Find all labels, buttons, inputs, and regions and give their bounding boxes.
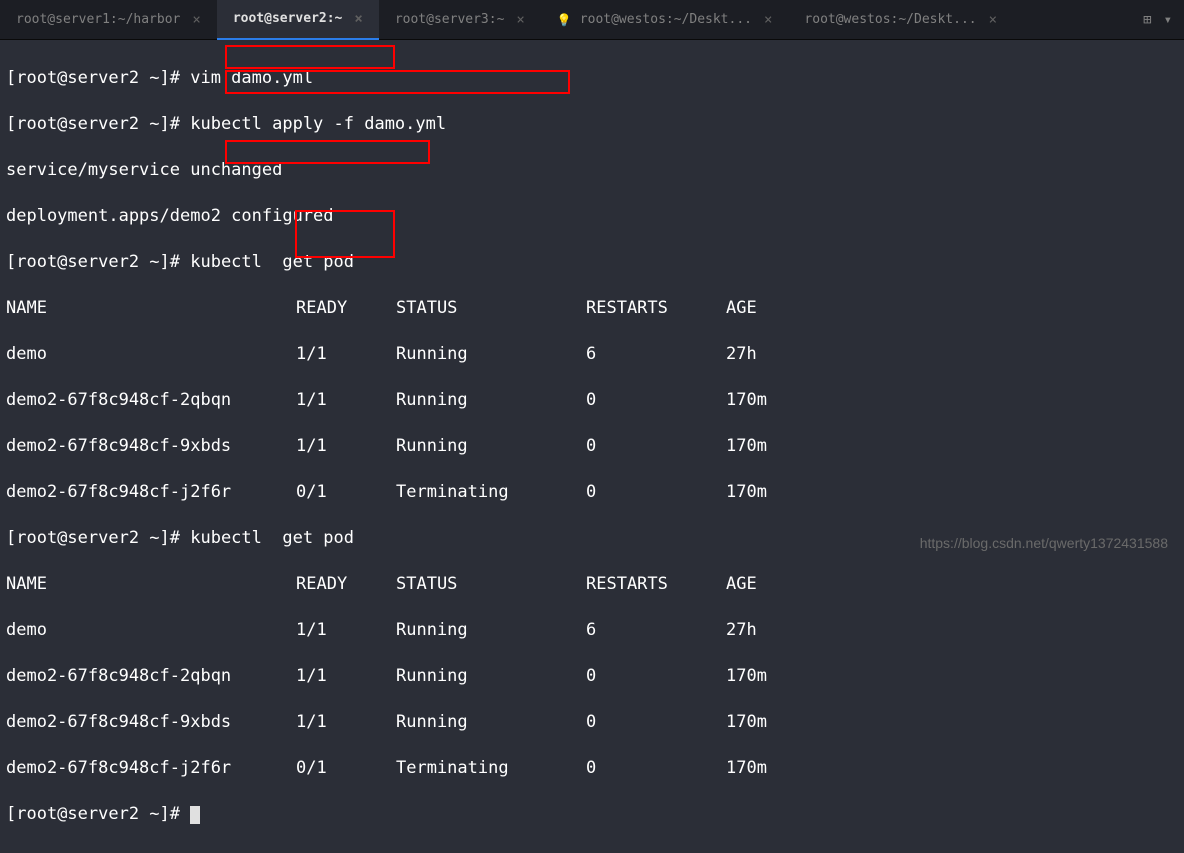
cell-restarts: 0	[586, 711, 726, 734]
cell-status: Running	[396, 389, 586, 412]
cell-age: 170m	[726, 482, 767, 502]
col-name: NAME	[6, 297, 296, 320]
prompt: [root@server2 ~]#	[6, 114, 190, 134]
layout-icon[interactable]: ⊞	[1143, 12, 1151, 28]
cell-age: 170m	[726, 758, 767, 778]
terminal-output[interactable]: [root@server2 ~]# vim damo.yml [root@ser…	[0, 40, 1184, 853]
prompt: [root@server2 ~]#	[6, 68, 190, 88]
table-row: demo2-67f8c948cf-j2f6r0/1Terminating0170…	[6, 481, 1178, 504]
cell-restarts: 0	[586, 481, 726, 504]
table-row: demo2-67f8c948cf-2qbqn1/1Running0170m	[6, 389, 1178, 412]
col-status: STATUS	[396, 573, 586, 596]
cell-status: Running	[396, 343, 586, 366]
cell-restarts: 6	[586, 619, 726, 642]
tab-westos2[interactable]: root@westos:~/Deskt... ×	[788, 0, 1013, 40]
close-icon[interactable]: ×	[516, 12, 524, 28]
col-ready: READY	[296, 297, 396, 320]
cell-name: demo2-67f8c948cf-j2f6r	[6, 481, 296, 504]
col-restarts: RESTARTS	[586, 297, 726, 320]
cell-status: Running	[396, 665, 586, 688]
cell-age: 27h	[726, 344, 757, 364]
cell-restarts: 0	[586, 389, 726, 412]
cell-name: demo	[6, 343, 296, 366]
command-kubectl-get: kubectl get pod	[190, 528, 354, 548]
col-status: STATUS	[396, 297, 586, 320]
cell-ready: 1/1	[296, 619, 396, 642]
cell-name: demo	[6, 619, 296, 642]
output-line: service/myservice unchanged	[6, 159, 1178, 182]
cell-status: Terminating	[396, 757, 586, 780]
table-row: demo2-67f8c948cf-9xbds1/1Running0170m	[6, 435, 1178, 458]
cell-name: demo2-67f8c948cf-9xbds	[6, 711, 296, 734]
bulb-icon: 💡	[557, 13, 572, 27]
cell-name: demo2-67f8c948cf-9xbds	[6, 435, 296, 458]
table-header: NAMEREADYSTATUSRESTARTSAGE	[6, 297, 1178, 320]
cell-status: Running	[396, 711, 586, 734]
tab-server3[interactable]: root@server3:~ ×	[379, 0, 541, 40]
cell-age: 170m	[726, 666, 767, 686]
tab-label: root@server2:~	[233, 11, 343, 26]
cell-ready: 0/1	[296, 481, 396, 504]
dropdown-icon[interactable]: ▾	[1164, 12, 1172, 28]
watermark: https://blog.csdn.net/qwerty1372431588	[920, 535, 1168, 551]
tab-label: root@server3:~	[395, 12, 505, 27]
table-header: NAMEREADYSTATUSRESTARTSAGE	[6, 573, 1178, 596]
cell-age: 170m	[726, 712, 767, 732]
cell-ready: 0/1	[296, 757, 396, 780]
cursor	[190, 806, 200, 824]
cell-ready: 1/1	[296, 343, 396, 366]
output-line: deployment.apps/demo2 configured	[6, 205, 1178, 228]
cell-age: 27h	[726, 620, 757, 640]
col-name: NAME	[6, 573, 296, 596]
cell-ready: 1/1	[296, 665, 396, 688]
table-row: demo2-67f8c948cf-9xbds1/1Running0170m	[6, 711, 1178, 734]
command-kubectl-apply: kubectl apply -f damo.yml	[190, 114, 446, 134]
tab-westos1[interactable]: 💡 root@westos:~/Deskt... ×	[541, 0, 789, 40]
cell-restarts: 0	[586, 435, 726, 458]
cell-status: Running	[396, 435, 586, 458]
command-kubectl-get: kubectl get pod	[190, 252, 354, 272]
col-age: AGE	[726, 574, 757, 594]
cell-status: Running	[396, 619, 586, 642]
table-row: demo2-67f8c948cf-2qbqn1/1Running0170m	[6, 665, 1178, 688]
cell-ready: 1/1	[296, 711, 396, 734]
col-ready: READY	[296, 573, 396, 596]
cell-restarts: 0	[586, 757, 726, 780]
close-icon[interactable]: ×	[192, 12, 200, 28]
cell-age: 170m	[726, 436, 767, 456]
cell-ready: 1/1	[296, 435, 396, 458]
table-row: demo2-67f8c948cf-j2f6r0/1Terminating0170…	[6, 757, 1178, 780]
cell-status: Terminating	[396, 481, 586, 504]
prompt: [root@server2 ~]#	[6, 804, 190, 824]
tab-label: root@westos:~/Deskt...	[580, 12, 752, 27]
close-icon[interactable]: ×	[764, 12, 772, 28]
col-restarts: RESTARTS	[586, 573, 726, 596]
cell-name: demo2-67f8c948cf-j2f6r	[6, 757, 296, 780]
cell-ready: 1/1	[296, 389, 396, 412]
tab-label: root@server1:~/harbor	[16, 12, 180, 27]
prompt: [root@server2 ~]#	[6, 528, 190, 548]
tab-bar: root@server1:~/harbor × root@server2:~ ×…	[0, 0, 1184, 40]
cell-name: demo2-67f8c948cf-2qbqn	[6, 389, 296, 412]
col-age: AGE	[726, 298, 757, 318]
command-vim: vim damo.yml	[190, 68, 313, 88]
tab-right-controls: ⊞ ▾	[1143, 12, 1184, 28]
close-icon[interactable]: ×	[989, 12, 997, 28]
prompt: [root@server2 ~]#	[6, 252, 190, 272]
cell-age: 170m	[726, 390, 767, 410]
cell-restarts: 0	[586, 665, 726, 688]
tab-server1[interactable]: root@server1:~/harbor ×	[0, 0, 217, 40]
tab-server2[interactable]: root@server2:~ ×	[217, 0, 379, 40]
table-row: demo1/1Running627h	[6, 343, 1178, 366]
tab-label: root@westos:~/Deskt...	[804, 12, 976, 27]
table-row: demo1/1Running627h	[6, 619, 1178, 642]
cell-restarts: 6	[586, 343, 726, 366]
cell-name: demo2-67f8c948cf-2qbqn	[6, 665, 296, 688]
close-icon[interactable]: ×	[354, 11, 362, 27]
